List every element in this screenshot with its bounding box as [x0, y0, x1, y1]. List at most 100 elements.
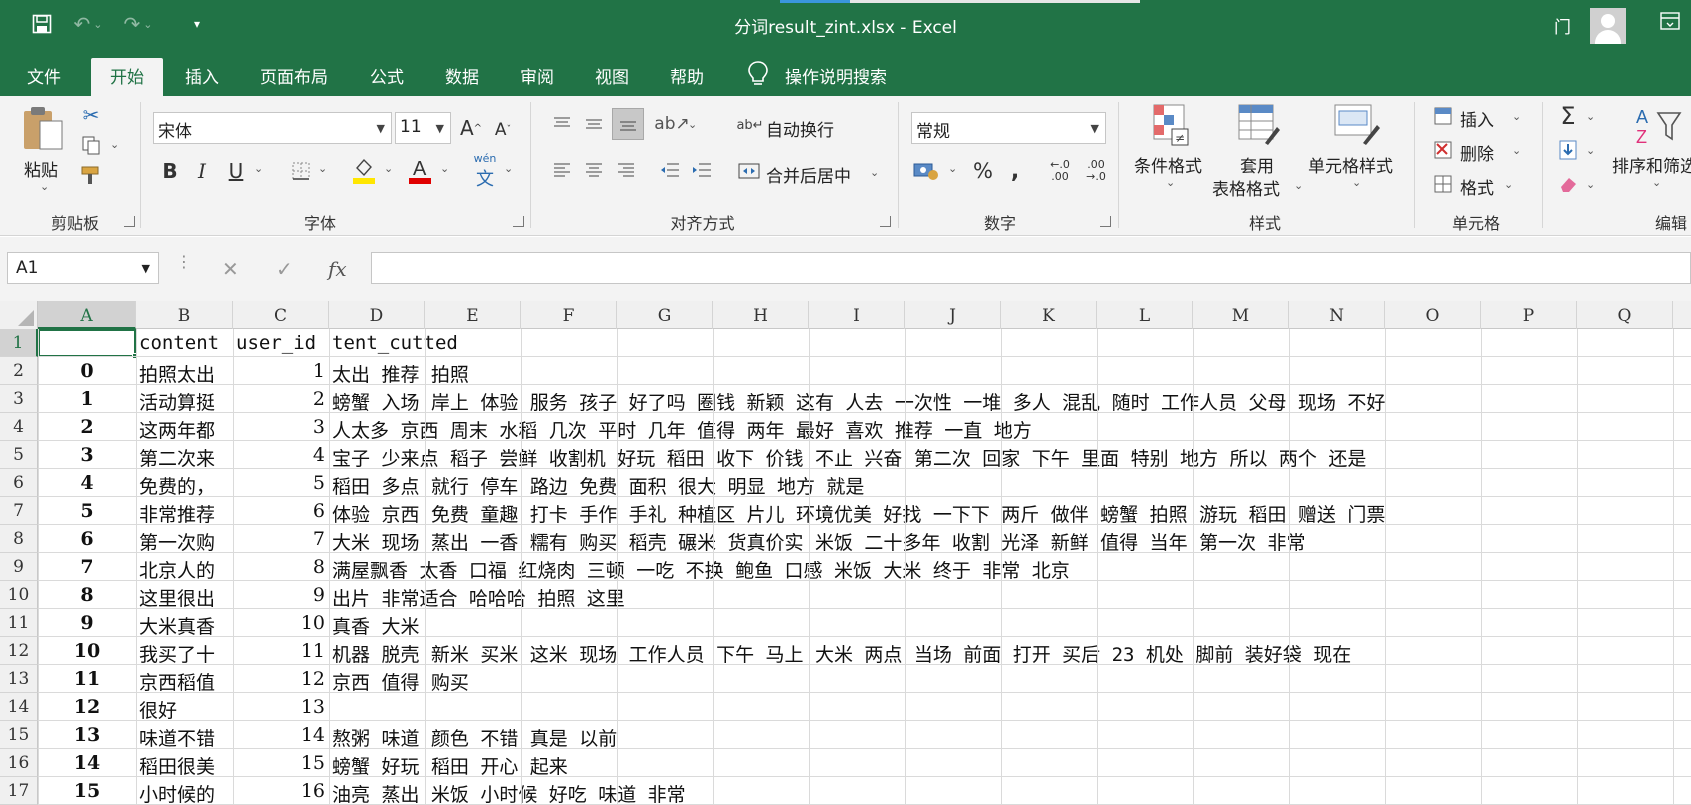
bold-icon[interactable]: B	[158, 156, 182, 186]
delete-cells-icon[interactable]	[1432, 138, 1456, 162]
merge-center-button[interactable]: 合并后居中	[766, 162, 851, 187]
cell-a[interactable]: 11	[38, 665, 136, 693]
cell-user-id[interactable]: 5	[233, 469, 329, 497]
cell-content[interactable]: 大米真香	[136, 609, 233, 637]
cell-a[interactable]: 9	[38, 609, 136, 637]
column-header-p[interactable]: P	[1481, 301, 1577, 329]
tell-me-search[interactable]: 操作说明搜索	[785, 58, 897, 96]
row-header[interactable]: 6	[0, 469, 38, 497]
delete-cells-dropdown-icon[interactable]: ⌄	[1512, 144, 1521, 157]
cell-a[interactable]: 7	[38, 553, 136, 581]
formula-input[interactable]	[371, 252, 1691, 284]
lightbulb-icon[interactable]	[746, 60, 770, 88]
copy-icon[interactable]	[78, 132, 104, 158]
grow-font-icon[interactable]: A ^	[458, 114, 484, 142]
paste-dropdown-icon[interactable]: ⌄	[40, 180, 49, 193]
column-header-k[interactable]: K	[1001, 301, 1097, 329]
fill-dropdown-icon[interactable]: ⌄	[1586, 144, 1595, 157]
fill-color-icon[interactable]	[350, 154, 378, 188]
align-middle-icon[interactable]	[580, 110, 608, 138]
worksheet-grid[interactable]: ABCDEFGHIJKLMNOPQ content user_id tent_cut…	[0, 301, 1691, 805]
cell-a[interactable]: 3	[38, 441, 136, 469]
format-as-table-dropdown-icon[interactable]: ⌄	[1294, 179, 1303, 192]
comma-style-icon[interactable]: ,	[1004, 156, 1026, 186]
orientation-icon[interactable]: ab↗	[654, 110, 689, 138]
row-header[interactable]: 16	[0, 749, 38, 777]
select-all-corner[interactable]	[0, 301, 38, 329]
tab-page-layout[interactable]: 页面布局	[253, 58, 335, 96]
cell-content[interactable]: 活动算挺	[136, 385, 233, 413]
cell-styles-icon[interactable]	[1332, 102, 1382, 148]
tab-insert[interactable]: 插入	[176, 58, 228, 96]
wrap-text-button[interactable]: 自动换行	[766, 116, 834, 141]
cell-content-cutted[interactable]: 螃蟹 入场 岸上 体验 服务 孩子 好了吗 圈钱 新颖 这有 人去 一次性 一堆…	[329, 385, 1691, 413]
column-header-i[interactable]: I	[809, 301, 905, 329]
clear-dropdown-icon[interactable]: ⌄	[1586, 178, 1595, 191]
cell-a[interactable]: 14	[38, 749, 136, 777]
cell-user-id[interactable]: 7	[233, 525, 329, 553]
cell-user-id[interactable]: 3	[233, 413, 329, 441]
font-size-combo[interactable]: 11 ▼	[395, 112, 451, 144]
tab-review[interactable]: 审阅	[511, 58, 563, 96]
cell-a[interactable]: 2	[38, 413, 136, 441]
wrap-text-icon[interactable]: ab↵	[736, 112, 763, 138]
clipboard-launcher-icon[interactable]	[124, 216, 135, 227]
cell-user-id[interactable]: 6	[233, 497, 329, 525]
row-header[interactable]: 8	[0, 525, 38, 553]
column-header-h[interactable]: H	[713, 301, 809, 329]
accounting-format-icon[interactable]	[911, 156, 941, 186]
underline-icon[interactable]: U	[224, 156, 248, 186]
align-center-icon[interactable]	[580, 156, 608, 184]
cell-a[interactable]: 10	[38, 637, 136, 665]
cell-content-cutted[interactable]: 机器 脱壳 新米 买米 这米 现场 工作人员 下午 马上 大米 两点 当场 前面…	[329, 637, 1691, 665]
cell-content[interactable]: 第二次来	[136, 441, 233, 469]
sort-filter-dropdown-icon[interactable]: ⌄	[1652, 176, 1661, 189]
row-header[interactable]: 15	[0, 721, 38, 749]
cell-content-cutted[interactable]: 太出 推荐 拍照	[329, 357, 1691, 385]
insert-cells-icon[interactable]	[1432, 104, 1456, 128]
cell-a[interactable]: 13	[38, 721, 136, 749]
cell-content[interactable]: 这里很出	[136, 581, 233, 609]
cell-content-cutted[interactable]: 京西 值得 购买	[329, 665, 1691, 693]
column-header-d[interactable]: D	[329, 301, 425, 329]
cell-user-id[interactable]: 4	[233, 441, 329, 469]
insert-cells-dropdown-icon[interactable]: ⌄	[1512, 110, 1521, 123]
cell-a[interactable]: 4	[38, 469, 136, 497]
name-box[interactable]: A1 ▼	[7, 252, 159, 284]
cell-a[interactable]: 6	[38, 525, 136, 553]
cancel-icon[interactable]: ✕	[222, 257, 239, 281]
alignment-launcher-icon[interactable]	[880, 216, 891, 227]
align-top-icon[interactable]	[548, 110, 576, 138]
merge-dropdown-icon[interactable]: ⌄	[870, 166, 879, 179]
increase-indent-icon[interactable]	[688, 156, 716, 184]
cell-content[interactable]: 我买了十	[136, 637, 233, 665]
row-header[interactable]: 4	[0, 413, 38, 441]
cell-a[interactable]: 12	[38, 693, 136, 721]
cell-a[interactable]: 0	[38, 357, 136, 385]
row-header[interactable]: 9	[0, 553, 38, 581]
column-header-o[interactable]: O	[1385, 301, 1481, 329]
autosum-icon[interactable]: Σ	[1556, 102, 1580, 130]
format-cells-button[interactable]: 格式	[1460, 174, 1494, 199]
format-cells-dropdown-icon[interactable]: ⌄	[1504, 178, 1513, 191]
cell-content[interactable]: 第一次购	[136, 525, 233, 553]
decrease-indent-icon[interactable]	[656, 156, 684, 184]
tab-data[interactable]: 数据	[436, 58, 488, 96]
insert-cells-button[interactable]: 插入	[1460, 106, 1494, 131]
cell-content[interactable]: 稻田很美	[136, 749, 233, 777]
row-header[interactable]: 11	[0, 609, 38, 637]
format-as-table-line2[interactable]: 表格格式	[1212, 175, 1280, 200]
cell-user-id[interactable]: 16	[233, 777, 329, 805]
column-header-q[interactable]: Q	[1577, 301, 1673, 329]
cut-icon[interactable]: ✂	[78, 102, 104, 128]
sort-filter-button[interactable]: 排序和筛选	[1612, 152, 1691, 177]
column-header-g[interactable]: G	[617, 301, 713, 329]
column-header-j[interactable]: J	[905, 301, 1001, 329]
align-bottom-icon[interactable]	[612, 108, 644, 140]
cell-content-cutted[interactable]: 大米 现场 蒸出 一香 糯有 购买 稻壳 碾米 货真价实 米饭 二十多年 收割 …	[329, 525, 1691, 553]
number-launcher-icon[interactable]	[1100, 216, 1111, 227]
autosum-dropdown-icon[interactable]: ⌄	[1586, 110, 1595, 123]
format-cells-icon[interactable]	[1432, 172, 1456, 196]
shrink-font-icon[interactable]: Aˇ	[490, 116, 516, 144]
phonetic-guide-icon[interactable]: wén 文	[470, 152, 500, 190]
